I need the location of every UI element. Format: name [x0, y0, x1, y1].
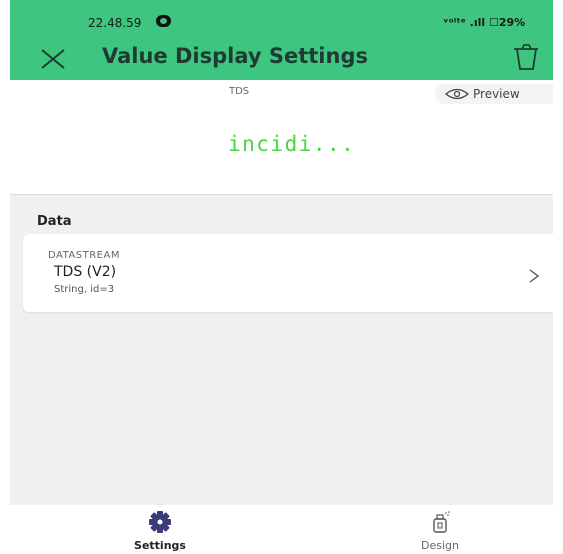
datastream-card[interactable]: DATASTREAM TDS (V2) String, id=3 — [23, 234, 553, 312]
status-indicators: ᵛᵒˡᵗᵉ .ıll ☐29% — [443, 16, 526, 29]
tab-design[interactable]: Design — [380, 505, 500, 554]
spray-can-icon — [433, 511, 450, 533]
page-title: Value Display Settings — [102, 44, 368, 68]
preview-label: Preview — [473, 87, 520, 101]
status-time: 22.48.59 — [88, 16, 142, 30]
delete-button[interactable] — [510, 42, 542, 72]
header-bar: 22.48.59 ᵛᵒˡᵗᵉ .ıll ☐29% Value Display S… — [10, 0, 553, 80]
tab-settings-label: Settings — [134, 539, 186, 552]
trash-icon — [514, 44, 538, 70]
app-frame: 22.48.59 ᵛᵒˡᵗᵉ .ıll ☐29% Value Display S… — [10, 0, 553, 554]
data-section-title: Data — [37, 214, 72, 229]
datastream-name: TDS (V2) — [54, 264, 117, 280]
datastream-details: String, id=3 — [54, 284, 115, 295]
widget-value: incidi... — [228, 132, 356, 156]
gear-icon — [149, 511, 171, 533]
close-button[interactable] — [36, 44, 70, 74]
widget-preview: TDS Preview incidi... — [10, 80, 553, 195]
eye-icon — [445, 88, 469, 100]
bottom-navigation: Settings Design — [10, 505, 553, 554]
close-icon — [41, 49, 65, 69]
notification-icon — [156, 15, 171, 27]
chevron-right-icon — [529, 269, 540, 283]
widget-label: TDS — [229, 86, 250, 97]
preview-button[interactable]: Preview — [435, 84, 553, 104]
datastream-kicker: DATASTREAM — [48, 250, 120, 261]
tab-settings[interactable]: Settings — [100, 505, 220, 554]
tab-design-label: Design — [421, 539, 459, 552]
